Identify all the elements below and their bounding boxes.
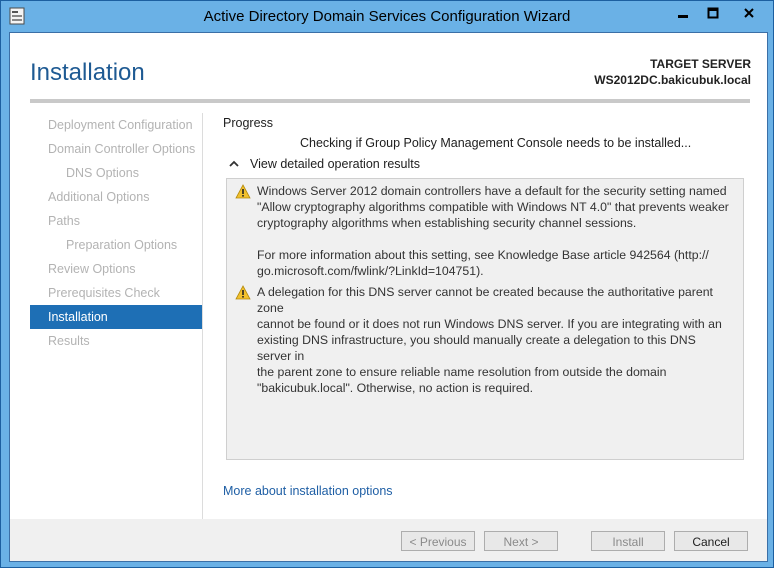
view-details-label: View detailed operation results <box>250 157 421 171</box>
message-line: A delegation for this DNS server cannot … <box>257 285 713 315</box>
message-line: "Allow cryptography algorithms compatibl… <box>257 200 729 214</box>
maximize-button[interactable] <box>699 3 727 22</box>
title-bar[interactable]: Active Directory Domain Services Configu… <box>1 1 773 32</box>
more-about-installation-link[interactable]: More about installation options <box>223 484 393 498</box>
cancel-button[interactable]: Cancel <box>674 531 748 551</box>
message-line-blank <box>257 231 733 247</box>
message-line: existing DNS infrastructure, you should … <box>257 333 696 363</box>
chevron-up-icon <box>228 158 240 170</box>
nav-item-prerequisites-check[interactable]: Prerequisites Check <box>30 281 202 305</box>
nav-item-review-options[interactable]: Review Options <box>30 257 202 281</box>
header-divider <box>30 99 750 103</box>
message-line: the parent zone to ensure reliable name … <box>257 365 667 379</box>
message-line: For more information about this setting,… <box>257 248 709 262</box>
nav-divider <box>202 113 203 519</box>
warning-icon <box>235 184 251 199</box>
result-message-text: A delegation for this DNS server cannot … <box>257 284 733 396</box>
warning-icon <box>235 285 251 300</box>
progress-label: Progress <box>223 116 274 130</box>
previous-button[interactable]: < Previous <box>401 531 475 551</box>
result-message-text: Windows Server 2012 domain controllers h… <box>257 183 733 279</box>
target-server-label: TARGET SERVER <box>650 57 751 71</box>
nav-item-additional-options[interactable]: Additional Options <box>30 185 202 209</box>
wizard-nav: Deployment Configuration Domain Controll… <box>30 113 202 353</box>
wizard-content: Installation TARGET SERVER WS2012DC.baki… <box>10 33 767 519</box>
page-title: Installation <box>30 59 145 86</box>
next-button[interactable]: Next > <box>484 531 558 551</box>
install-button[interactable]: Install <box>591 531 665 551</box>
nav-item-preparation-options[interactable]: Preparation Options <box>30 233 202 257</box>
nav-item-domain-controller-options[interactable]: Domain Controller Options <box>30 137 202 161</box>
operation-results-panel[interactable]: Windows Server 2012 domain controllers h… <box>226 178 744 460</box>
wizard-window: Active Directory Domain Services Configu… <box>0 0 774 568</box>
nav-item-dns-options[interactable]: DNS Options <box>30 161 202 185</box>
nav-item-paths[interactable]: Paths <box>30 209 202 233</box>
nav-item-installation[interactable]: Installation <box>30 305 202 329</box>
nav-item-deployment-configuration[interactable]: Deployment Configuration <box>30 113 202 137</box>
status-text: Checking if Group Policy Management Cons… <box>300 136 692 150</box>
close-button[interactable] <box>729 3 769 22</box>
wizard-client: Installation TARGET SERVER WS2012DC.baki… <box>9 32 768 562</box>
view-details-toggle[interactable]: View detailed operation results <box>228 157 420 171</box>
message-line: cannot be found or it does not run Windo… <box>257 317 722 331</box>
message-line: "bakicubuk.local". Otherwise, no action … <box>257 381 533 395</box>
target-server-name: WS2012DC.bakicubuk.local <box>594 73 751 87</box>
message-line: Windows Server 2012 domain controllers h… <box>257 184 727 198</box>
minimize-button[interactable] <box>669 3 697 22</box>
nav-item-results[interactable]: Results <box>30 329 202 353</box>
message-line: go.microsoft.com/fwlink/?LinkId=104751). <box>257 264 484 278</box>
message-line: cryptography algorithms when establishin… <box>257 216 637 230</box>
window-title: Active Directory Domain Services Configu… <box>203 8 571 25</box>
